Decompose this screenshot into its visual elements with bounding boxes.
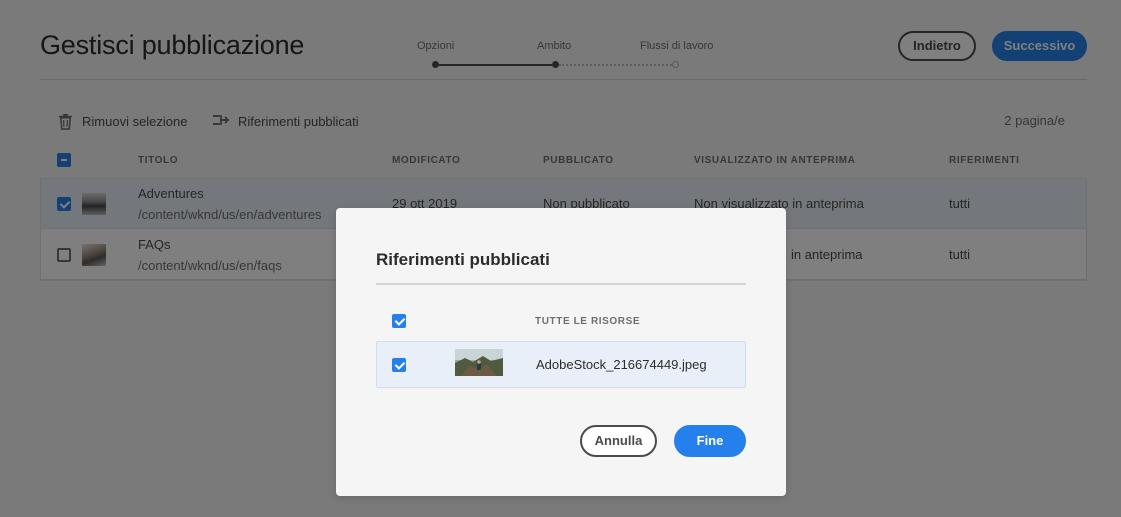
all-resources-header: TUTTE LE RISORSE [535, 316, 641, 327]
cancel-button[interactable]: Annulla [580, 425, 657, 457]
dialog-title: Riferimenti pubblicati [376, 250, 550, 269]
resource-checkbox[interactable] [392, 358, 406, 372]
dialog-divider [376, 283, 746, 285]
resource-thumbnail [455, 349, 503, 376]
select-all-resources-checkbox[interactable] [392, 314, 406, 328]
done-button[interactable]: Fine [674, 425, 746, 457]
resource-row[interactable]: AdobeStock_216674449.jpeg [376, 341, 746, 388]
resource-filename: AdobeStock_216674449.jpeg [536, 357, 707, 372]
published-references-dialog: Riferimenti pubblicati TUTTE LE RISORSE … [336, 208, 786, 496]
